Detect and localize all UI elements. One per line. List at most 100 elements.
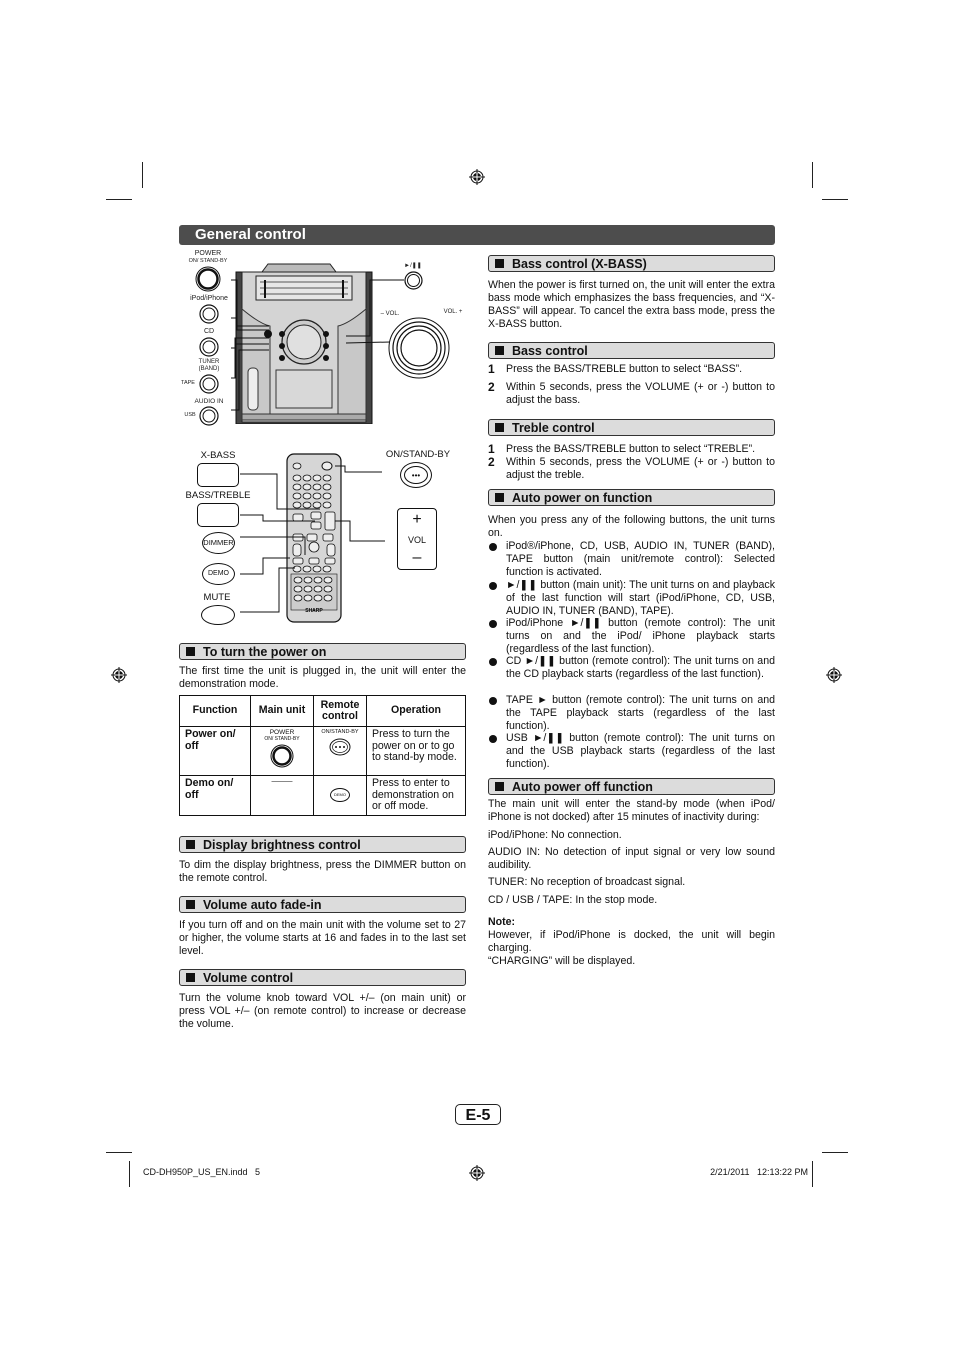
heading-text: Treble control [512,421,595,435]
auto-off-item: CD / USB / TAPE: In the stop mode. [488,894,658,906]
crop-mark [106,199,132,200]
section-heading-volume-fade: Volume auto fade-in [179,896,466,913]
vol-plus-label: VOL. + [443,309,463,315]
note-text-2: “CHARGING” will be displayed. [488,955,636,967]
vol-label: VOL [407,535,426,545]
play-pause-label: ►/❚❚ [404,263,422,269]
note-text: However, if iPod/iPhone is docked, the u… [488,929,775,954]
crop-mark [142,162,143,188]
footer-timestamp: 2/21/2011 12:13:22 PM [710,1167,808,1177]
auto-on-bullet: TAPE ► button (remote control): The unit… [488,694,775,733]
section-heading-power-on: To turn the power on [179,643,466,660]
heading-text: Volume control [203,971,294,985]
demo-button-icon: DEMO [330,788,350,803]
auto-off-item: iPod/iPhone: No connection. [488,829,622,841]
remote-cell: DEMO [313,775,367,816]
footer-file: CD-DH950P_US_EN.indd 5 [143,1167,261,1177]
treble-step: 1 Press the BASS/TREBLE button to select … [488,443,775,457]
auto-off-item: AUDIO IN: No detection of input signal o… [488,846,775,871]
crop-mark [812,162,813,188]
table-header-row: Function Main unit Remote control Operat… [179,695,466,727]
auto-on-bullet: USB ►/❚❚ button (remote control): The un… [488,732,775,771]
crop-mark [822,199,848,200]
table-header: Remote control [313,695,367,727]
x-bass-text: When the power is first turned on, the u… [488,279,775,330]
bass-treble-button-icon [197,503,239,527]
auto-on-bullet: iPod®/iPhone, CD, USB, AUDIO IN, TUNER (… [488,540,775,579]
heading-text: Auto power on function [512,491,653,505]
step-text: Press the BASS/TREBLE button to select “… [506,363,743,375]
crop-mark [129,1161,130,1187]
treble-step: 2 Within 5 seconds, press the VOLUME (+ o… [488,456,775,484]
heading-text: Bass control (X-BASS) [512,257,647,271]
step-text: Press the BASS/TREBLE button to select “… [506,443,756,455]
registration-mark-icon [826,667,842,683]
vol-plus-label: + [412,511,422,528]
bullet-text: CD ►/❚❚ button (remote control): The uni… [506,655,775,680]
bullet-text: TAPE ► button (remote control): The unit… [506,694,775,732]
operation-cell: Press to turn the power on or to go to s… [366,726,466,776]
auto-off-item: TUNER: No reception of broadcast signal. [488,876,686,888]
on-standby-button-icon: ••• [400,462,432,488]
table-row: Power on/ off POWER ON/ STAND-BY ON/STAN… [179,726,466,776]
registration-mark-icon [469,169,485,185]
dimmer-label: DIMMER [203,538,234,547]
auto-on-bullet: iPod/iPhone ►/❚❚ button (remote control)… [488,617,775,656]
demo-label: DEMO [334,792,346,798]
section-heading-auto-on: Auto power on function [488,489,775,506]
note-label: Note: [488,916,516,928]
heading-text: Volume auto fade-in [203,898,322,912]
crop-mark [822,1152,848,1153]
vol-minus-label: – [412,549,422,566]
main-unit-cell: POWER ON/ STAND-BY [250,726,314,776]
bullet-text: iPod®/iPhone, CD, USB, AUDIO IN, TUNER (… [506,540,775,578]
main-unit-cell: ——— [250,775,314,816]
on-standby-label: ON/STAND-BY [321,729,359,735]
bullet-text: iPod/iPhone ►/❚❚ button (remote control)… [506,617,775,655]
step-text: Within 5 seconds, press the VOLUME (+ or… [506,381,775,406]
x-bass-button-icon [197,463,239,487]
display-brightness-text: To dim the display brightness, press the… [179,859,466,884]
volume-control-text: Turn the volume knob toward VOL +/– (on … [179,992,466,1030]
heading-text: Bass control [512,344,588,358]
bass-step: 1 Press the BASS/TREBLE button to select … [488,363,775,377]
step-number: 2 [488,380,495,394]
dimmer-button-icon: DIMMER [202,532,235,554]
step-number: 1 [488,362,495,376]
remote-leader-lines [240,465,385,613]
step-number: 2 [488,455,495,469]
auto-on-intro: When you press any of the following butt… [488,514,775,539]
on-standby-label: ON/STAND-BY [385,449,451,460]
section-heading-auto-off: Auto power off function [488,778,775,795]
operation-cell: Press to enter to demonstration on or of… [366,775,466,816]
vol-button-icon: + VOL – [397,508,437,570]
power-sub-label: ON/ STAND-BY [264,736,300,742]
page-title: General control [179,225,775,245]
table-row: Demo on/ off ——— DEMO Press to enter to … [179,775,466,816]
auto-on-bullet: ►/❚❚ button (main unit): The unit turns … [488,579,775,618]
section-heading-volume-control: Volume control [179,969,466,986]
function-cell: Power on/ off [179,726,251,776]
section-heading-display-brightness: Display brightness control [179,836,466,853]
registration-mark-icon [469,1165,485,1181]
mute-button-icon [201,605,235,625]
on-standby-button-icon [329,738,351,756]
remote-cell: ON/STAND-BY [313,726,367,776]
demo-button-icon: DEMO [202,563,235,585]
auto-on-bullet: CD ►/❚❚ button (remote control): The uni… [488,655,775,694]
step-text: Within 5 seconds, press the VOLUME (+ or… [506,456,775,481]
heading-text: To turn the power on [203,645,327,659]
mute-label: MUTE [203,592,231,603]
bullet-text: ►/❚❚ button (main unit): The unit turns … [506,579,775,617]
power-table: Function Main unit Remote control Operat… [179,695,466,816]
crop-mark [812,1161,813,1187]
table-header: Operation [366,695,466,727]
power-label: POWER [269,729,295,736]
page-number: E-5 [455,1104,501,1125]
table-header: Main unit [250,695,314,727]
section-heading-bass: Bass control [488,342,775,359]
bass-step: 2 Within 5 seconds, press the VOLUME (+ o… [488,381,775,409]
registration-mark-icon [111,667,127,683]
crop-mark [106,1152,132,1153]
function-cell: Demo on/ off [179,775,251,816]
